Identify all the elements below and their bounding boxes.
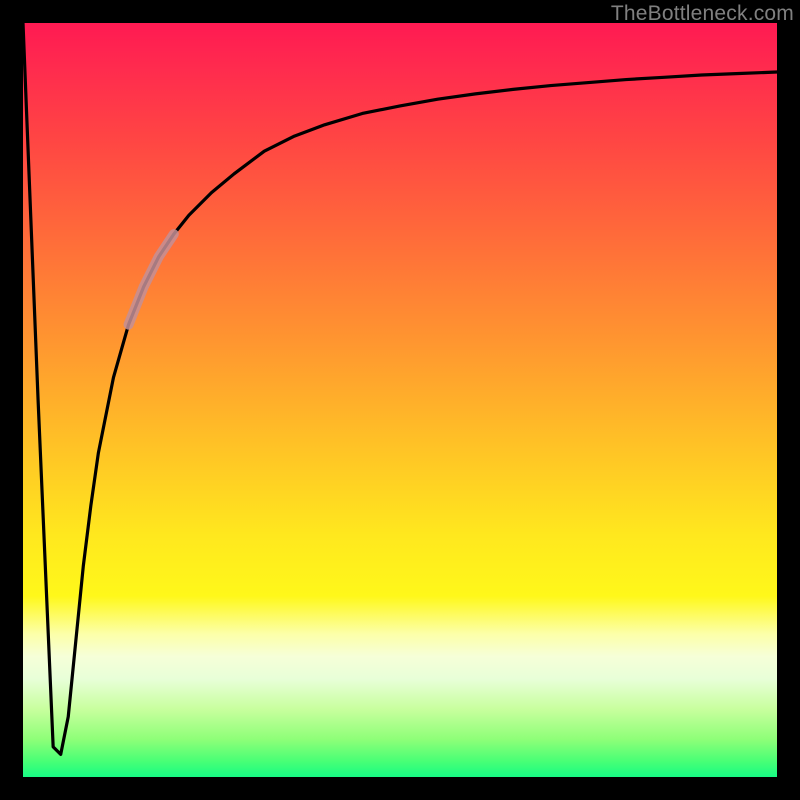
- curve-highlight: [129, 234, 174, 324]
- bottleneck-chart: TheBottleneck.com: [0, 0, 800, 800]
- watermark-text: TheBottleneck.com: [611, 2, 794, 26]
- curve-layer: [23, 23, 777, 777]
- plot-area: [23, 23, 777, 777]
- bottleneck-curve-path: [23, 23, 777, 754]
